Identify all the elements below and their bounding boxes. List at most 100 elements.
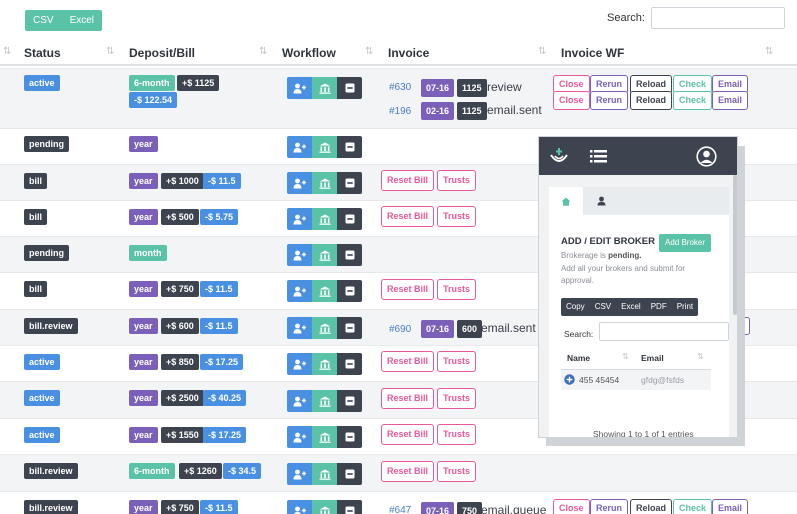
bank-button[interactable]: [312, 208, 337, 230]
copy-button[interactable]: Copy: [561, 298, 590, 316]
bank-button[interactable]: [312, 463, 337, 485]
remove-button[interactable]: [337, 244, 362, 266]
sort-arrows-icon[interactable]: ⇅: [3, 46, 12, 57]
reset-bill-button[interactable]: Reset Bill: [381, 461, 435, 482]
column-header-status[interactable]: Status: [24, 46, 61, 60]
user-plus-icon: [293, 396, 306, 406]
assign-user-button[interactable]: [287, 208, 312, 230]
assign-user-button[interactable]: [287, 77, 312, 99]
invoice-link[interactable]: #630: [389, 82, 411, 93]
remove-button[interactable]: [337, 77, 362, 99]
column-header-deposit-bill[interactable]: Deposit/Bill: [129, 46, 195, 60]
sort-arrows-icon[interactable]: ⇅: [622, 352, 629, 361]
trusts-button[interactable]: Trusts: [437, 461, 477, 482]
bank-button[interactable]: [312, 172, 337, 194]
deposit-badge: +$ 1000: [161, 173, 204, 189]
bank-button[interactable]: [312, 390, 337, 412]
assign-user-button[interactable]: [287, 463, 312, 485]
check-button[interactable]: Check: [673, 499, 713, 514]
column-header-invoice[interactable]: Invoice: [388, 46, 429, 60]
remove-button[interactable]: [337, 500, 362, 514]
email-button[interactable]: Email: [712, 91, 749, 110]
tab-home[interactable]: [549, 187, 583, 215]
rerun-button[interactable]: Rerun: [590, 499, 629, 514]
assign-user-button[interactable]: [287, 280, 312, 302]
bank-button[interactable]: [312, 426, 337, 448]
trusts-button[interactable]: Trusts: [437, 279, 477, 300]
remove-button[interactable]: [337, 208, 362, 230]
trusts-button[interactable]: Trusts: [437, 388, 477, 409]
assign-user-button[interactable]: [287, 172, 312, 194]
bank-button[interactable]: [312, 353, 337, 375]
bank-button[interactable]: [312, 244, 337, 266]
close-button[interactable]: Close: [553, 91, 590, 110]
invoice-link[interactable]: #196: [389, 106, 411, 117]
column-header-email[interactable]: Email: [641, 353, 664, 363]
rerun-button[interactable]: Rerun: [590, 91, 629, 110]
bank-button[interactable]: [312, 500, 337, 514]
assign-user-button[interactable]: [287, 353, 312, 375]
excel-button[interactable]: Excel: [616, 298, 646, 316]
assign-user-button[interactable]: [287, 390, 312, 412]
panel-scrollbar[interactable]: [733, 175, 737, 315]
csv-export-button[interactable]: CSV: [25, 10, 62, 31]
print-button[interactable]: Print: [672, 298, 698, 316]
reset-bill-button[interactable]: Reset Bill: [381, 424, 435, 445]
remove-button[interactable]: [337, 317, 362, 339]
sort-arrows-icon[interactable]: ⇅: [259, 46, 268, 57]
reset-bill-button[interactable]: Reset Bill: [381, 279, 435, 300]
remove-button[interactable]: [337, 463, 362, 485]
remove-button[interactable]: [337, 172, 362, 194]
close-button[interactable]: Close: [553, 499, 590, 514]
reload-button[interactable]: Reload: [630, 91, 673, 110]
reset-bill-button[interactable]: Reset Bill: [381, 206, 435, 227]
trusts-button[interactable]: Trusts: [437, 206, 477, 227]
term-badge: year: [129, 354, 158, 370]
trusts-button[interactable]: Trusts: [437, 170, 477, 191]
user-tab-icon[interactable]: [597, 196, 606, 206]
pdf-button[interactable]: PDF: [646, 298, 672, 316]
add-broker-button[interactable]: Add Broker: [659, 234, 712, 252]
reload-button[interactable]: Reload: [630, 499, 673, 514]
bank-button[interactable]: [312, 317, 337, 339]
column-header-workflow[interactable]: Workflow: [282, 46, 336, 60]
bank-button[interactable]: [312, 77, 337, 99]
remove-button[interactable]: [337, 136, 362, 158]
sort-arrows-icon[interactable]: ⇅: [538, 46, 547, 57]
assign-user-button[interactable]: [287, 244, 312, 266]
excel-export-button[interactable]: Excel: [61, 10, 103, 31]
assign-user-button[interactable]: [287, 426, 312, 448]
remove-button[interactable]: [337, 426, 362, 448]
invoice-link[interactable]: #647: [389, 505, 411, 514]
remove-button[interactable]: [337, 353, 362, 375]
expand-row-icon[interactable]: [564, 374, 575, 385]
check-button[interactable]: Check: [673, 91, 713, 110]
invoice-link[interactable]: #690: [389, 324, 411, 335]
reset-bill-button[interactable]: Reset Bill: [381, 351, 435, 372]
search-input[interactable]: [650, 7, 785, 29]
csv-button[interactable]: CSV: [590, 298, 616, 316]
sort-arrows-icon[interactable]: ⇅: [106, 46, 115, 57]
column-header-name[interactable]: Name: [567, 353, 590, 363]
assign-user-button[interactable]: [287, 317, 312, 339]
assign-user-button[interactable]: [287, 136, 312, 158]
panel-search-input[interactable]: [599, 322, 729, 341]
email-button[interactable]: Email: [712, 499, 749, 514]
reset-bill-button[interactable]: Reset Bill: [381, 170, 435, 191]
bank-button[interactable]: [312, 280, 337, 302]
reset-bill-button[interactable]: Reset Bill: [381, 388, 435, 409]
sort-arrows-icon[interactable]: ⇅: [765, 46, 774, 57]
sort-arrows-icon[interactable]: ⇅: [365, 46, 374, 57]
remove-button[interactable]: [337, 280, 362, 302]
trusts-button[interactable]: Trusts: [437, 351, 477, 372]
remove-button[interactable]: [337, 390, 362, 412]
user-plus-icon: [293, 178, 306, 188]
trusts-button[interactable]: Trusts: [437, 424, 477, 445]
user-avatar-icon[interactable]: [696, 146, 717, 167]
bank-icon: [319, 286, 330, 297]
menu-icon[interactable]: [590, 149, 607, 163]
bank-button[interactable]: [312, 136, 337, 158]
sort-arrows-icon[interactable]: ⇅: [697, 352, 704, 361]
column-header-invoice-wf[interactable]: Invoice WF: [561, 46, 624, 60]
assign-user-button[interactable]: [287, 500, 312, 514]
